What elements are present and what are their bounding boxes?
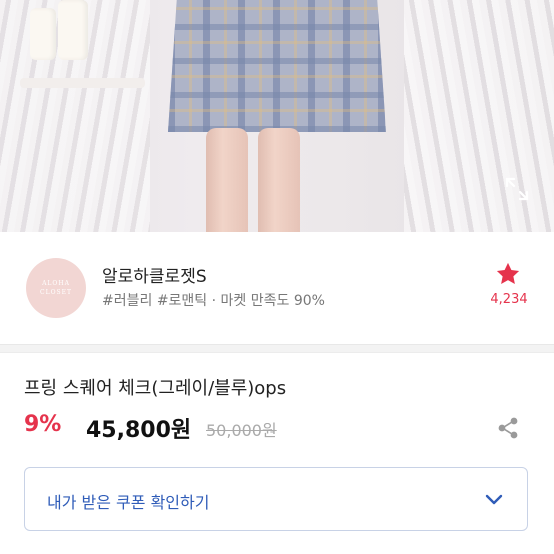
expand-icon[interactable] <box>504 176 530 202</box>
star-icon[interactable] <box>494 260 522 288</box>
discount-rate: 9% <box>24 412 62 437</box>
product-photo[interactable] <box>0 0 554 232</box>
seller-logo-text: ALOHA <box>42 280 70 287</box>
like-count: 4,234 <box>490 292 528 307</box>
seller-name[interactable]: 알로하클로젯S <box>102 262 207 287</box>
candle-decoration <box>30 8 56 60</box>
plaid-skirt <box>168 0 386 132</box>
coupon-label: 내가 받은 쿠폰 확인하기 <box>47 493 210 512</box>
seller-tags: #러블리 #로맨틱 · 마켓 만족도 90% <box>102 293 325 309</box>
share-icon[interactable] <box>496 416 520 440</box>
product-title: 프링 스퀘어 체크(그레이/블루)ops <box>24 378 287 399</box>
seller-avatar[interactable]: ALOHA CLOSET <box>26 258 86 318</box>
coupon-check-button[interactable]: 내가 받은 쿠폰 확인하기 <box>24 467 528 531</box>
model-leg <box>258 128 300 232</box>
side-table <box>20 78 145 88</box>
original-price: 50,000원 <box>206 421 277 440</box>
section-divider <box>0 344 554 353</box>
model-leg <box>206 128 248 232</box>
candle-decoration <box>58 0 88 60</box>
lace-curtain-right <box>404 0 554 232</box>
chevron-down-icon <box>485 494 503 505</box>
seller-logo-text: CLOSET <box>40 289 72 296</box>
sale-price: 45,800원 <box>86 418 192 443</box>
